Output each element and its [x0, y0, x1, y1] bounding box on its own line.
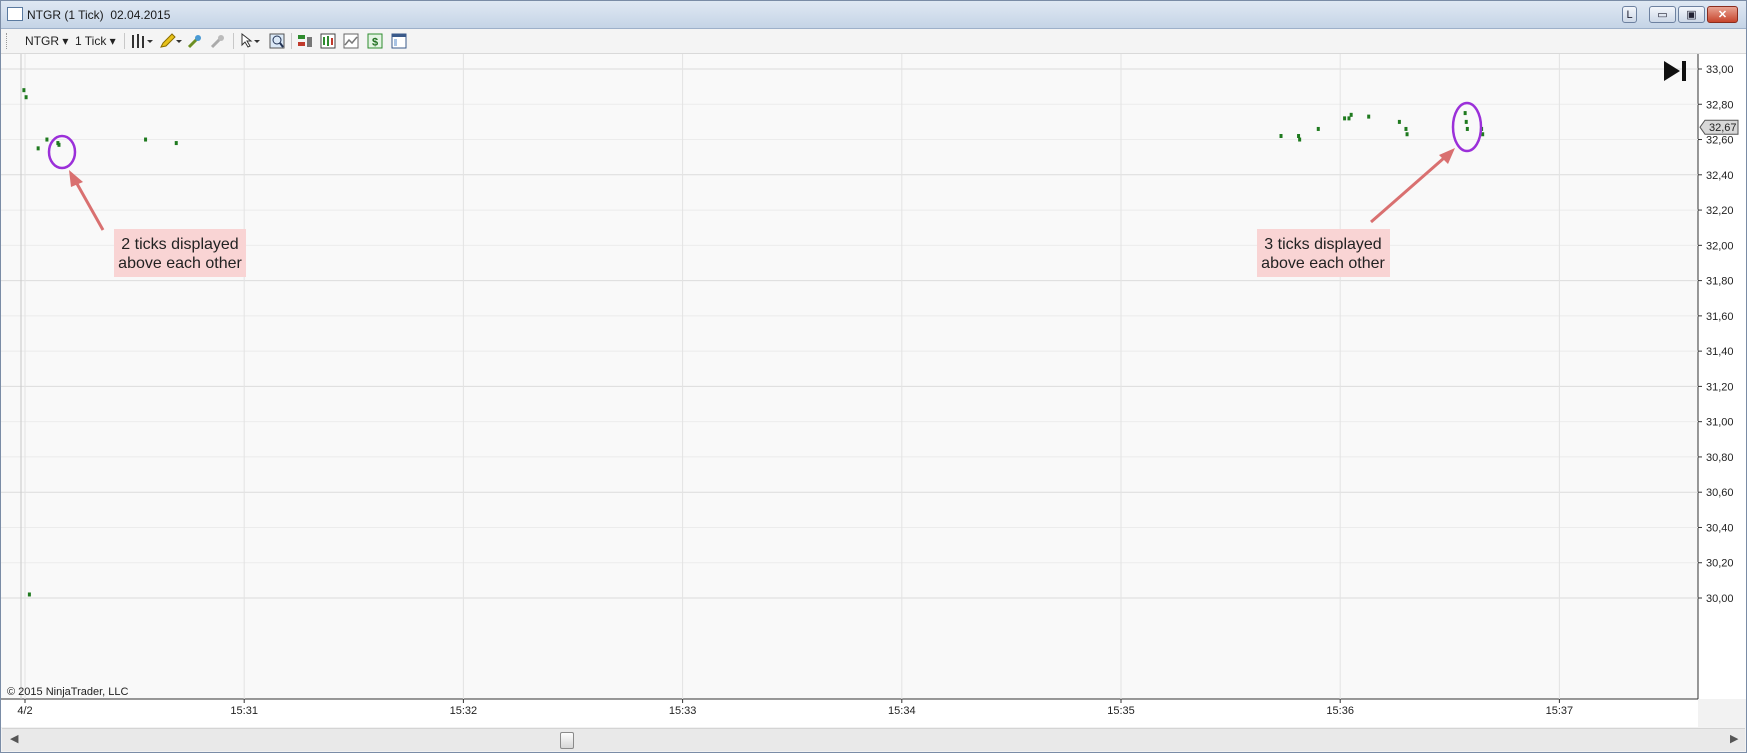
- toolbar-separator: [233, 33, 234, 49]
- tick-point: [22, 88, 26, 93]
- copyright-text: © 2015 NinjaTrader, LLC: [7, 686, 128, 698]
- chart-trader-icon[interactable]: [297, 33, 313, 49]
- x-tick-label: 4/2: [17, 705, 32, 717]
- x-tick-label: 15:36: [1326, 705, 1354, 717]
- callout-right-line2: above each other: [1261, 255, 1385, 272]
- y-tick-label: 30,20: [1706, 558, 1734, 570]
- toolbar-separator: [291, 33, 292, 49]
- callout-left-line1: 2 ticks displayed: [121, 236, 238, 253]
- tick-point: [174, 141, 178, 146]
- scrollbar-thumb[interactable]: [560, 732, 574, 749]
- annotation-callout-right: 3 ticks displayed above each other: [1257, 229, 1390, 277]
- tick-point: [1298, 137, 1302, 142]
- scroll-left-arrow[interactable]: ◀: [10, 732, 18, 745]
- y-tick-label: 32,80: [1706, 99, 1734, 111]
- x-tick-label: 15:37: [1546, 705, 1574, 717]
- x-tick-label: 15:34: [888, 705, 916, 717]
- chart-window: NTGR (1 Tick) 02.04.2015 L ▭ ▣ ✕ NTGR ▾ …: [0, 0, 1747, 753]
- y-tick-label: 31,80: [1706, 276, 1734, 288]
- zoom-icon[interactable]: [269, 33, 285, 49]
- tick-point: [24, 95, 28, 100]
- y-tick-label: 31,20: [1706, 381, 1734, 393]
- bar-type-icon[interactable]: [130, 33, 154, 49]
- tick-point: [144, 137, 148, 142]
- y-tick-label: 30,40: [1706, 522, 1734, 534]
- tick-point: [1349, 112, 1353, 117]
- layout-button[interactable]: L: [1622, 6, 1637, 23]
- tick-point: [1367, 114, 1371, 119]
- drawing-pencil-icon[interactable]: [159, 33, 183, 49]
- dollar-icon[interactable]: $: [367, 33, 383, 49]
- tick-point: [1405, 132, 1409, 137]
- tick-point: [1463, 111, 1467, 116]
- minimize-button[interactable]: ▭: [1649, 6, 1676, 23]
- tick-point: [1316, 126, 1320, 131]
- properties-icon[interactable]: [391, 33, 407, 49]
- x-tick-label: 15:32: [450, 705, 478, 717]
- price-chart[interactable]: 33,00 32,80 32,60 32,40 32,20 32,00 31,80 31,60…: [1, 54, 1746, 727]
- window-title: NTGR (1 Tick) 02.04.2015: [27, 8, 171, 22]
- strategy-icon[interactable]: [210, 33, 226, 49]
- scroll-right-arrow[interactable]: ▶: [1730, 732, 1738, 745]
- indicator-add-icon[interactable]: [187, 33, 203, 49]
- last-price-marker: 32,67: [1699, 119, 1739, 135]
- y-tick-label: 32,00: [1706, 240, 1734, 252]
- annotation-callout-left: 2 ticks displayed above each other: [114, 229, 246, 277]
- x-tick-label: 15:35: [1107, 705, 1135, 717]
- horizontal-scrollbar[interactable]: ◀ ▶: [2, 728, 1745, 751]
- svg-text:$: $: [372, 37, 378, 49]
- y-tick-label: 32,40: [1706, 170, 1734, 182]
- data-box-icon[interactable]: [320, 33, 336, 49]
- callout-left-line2: above each other: [118, 255, 242, 272]
- chart-style-icon[interactable]: [343, 33, 359, 49]
- toolbar-grip[interactable]: [6, 33, 10, 49]
- tick-point: [45, 137, 49, 142]
- tick-point: [57, 142, 61, 147]
- tick-point: [1464, 119, 1468, 124]
- y-tick-label: 32,60: [1706, 135, 1734, 147]
- chart-app-icon: [7, 7, 23, 21]
- y-tick-label: 32,20: [1706, 205, 1734, 217]
- instrument-selector[interactable]: NTGR ▾: [25, 32, 68, 50]
- y-tick-label: 30,00: [1706, 593, 1734, 605]
- tick-point: [1397, 119, 1401, 124]
- toolbar-separator: [124, 33, 125, 49]
- y-tick-label: 33,00: [1706, 64, 1734, 76]
- plot-area[interactable]: [1, 54, 1698, 699]
- tick-point: [1279, 134, 1283, 139]
- x-tick-label: 15:33: [669, 705, 697, 717]
- tick-point: [1465, 126, 1469, 131]
- x-tick-label: 15:31: [230, 705, 258, 717]
- y-tick-label: 31,00: [1706, 417, 1734, 429]
- tick-point: [36, 146, 40, 151]
- y-tick-label: 30,60: [1706, 487, 1734, 499]
- tick-point: [1343, 116, 1347, 121]
- restore-button[interactable]: ▣: [1678, 6, 1705, 23]
- y-tick-label: 31,40: [1706, 346, 1734, 358]
- chart-toolbar: NTGR ▾ 1 Tick ▾ $: [1, 29, 1746, 54]
- tick-point: [1347, 116, 1351, 121]
- tick-point: [27, 592, 31, 597]
- cursor-icon[interactable]: [239, 33, 263, 49]
- close-button[interactable]: ✕: [1707, 6, 1738, 23]
- y-tick-label: 31,60: [1706, 311, 1734, 323]
- title-bar[interactable]: NTGR (1 Tick) 02.04.2015 L ▭ ▣ ✕: [1, 1, 1746, 29]
- interval-selector[interactable]: 1 Tick ▾: [75, 32, 116, 50]
- tick-point: [1404, 126, 1408, 131]
- callout-right-line1: 3 ticks displayed: [1264, 236, 1381, 253]
- tick-point: [1297, 134, 1301, 139]
- last-price-label: 32,67: [1709, 122, 1737, 134]
- y-tick-label: 30,80: [1706, 452, 1734, 464]
